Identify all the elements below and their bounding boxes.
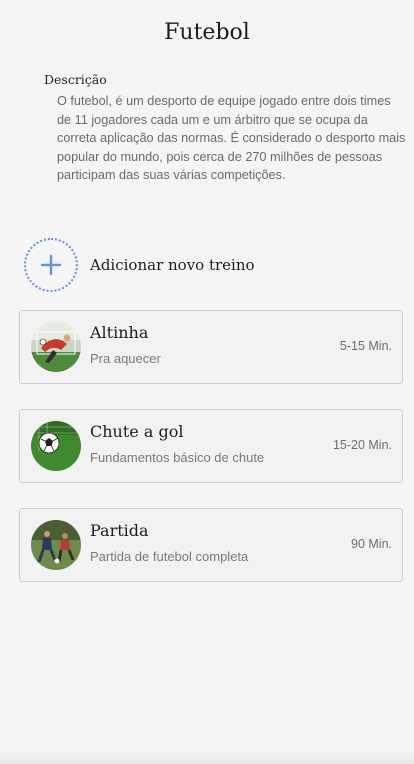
training-subtitle: Pra aquecer — [90, 351, 161, 366]
training-title: Partida — [90, 521, 149, 540]
description-text: O futebol, é um desporto de equipe jogad… — [57, 94, 406, 182]
add-training-button[interactable]: Adicionar novo treino — [24, 236, 255, 294]
training-duration: 5-15 Min. — [339, 339, 392, 353]
match-players-photo — [31, 520, 81, 570]
description-heading: Descrição — [44, 72, 107, 87]
training-duration: 15-20 Min. — [332, 438, 392, 452]
training-title: Chute a gol — [90, 422, 184, 441]
training-title: Altinha — [90, 323, 149, 342]
training-card-partida[interactable]: Partida Partida de futebol completa 90 M… — [19, 508, 403, 582]
training-card-chute-a-gol[interactable]: Chute a gol Fundamentos básico de chute … — [19, 409, 403, 483]
goalkeeper-photo — [31, 322, 81, 372]
bottom-shadow — [0, 750, 414, 764]
training-subtitle: Fundamentos básico de chute — [90, 450, 265, 465]
soccer-ball-goal-photo — [31, 421, 81, 471]
add-training-label: Adicionar novo treino — [90, 256, 255, 274]
page-title: Futebol — [164, 20, 250, 45]
training-card-altinha[interactable]: Altinha Pra aquecer 5-15 Min. — [19, 310, 403, 384]
add-training-circle[interactable] — [24, 238, 78, 292]
plus-icon — [40, 254, 62, 276]
training-duration: 90 Min. — [351, 537, 392, 551]
training-subtitle: Partida de futebol completa — [90, 549, 249, 564]
